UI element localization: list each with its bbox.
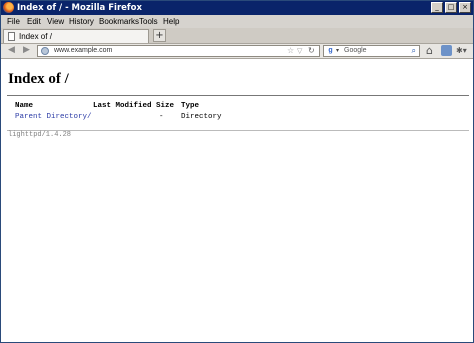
navigation-toolbar: ◀ ▶ www.example.com ☆ ▽ ↻ g ▾ Google ⌕ ⌂…	[1, 44, 473, 59]
directory-listing: Name Last Modified Size Type Parent Dire…	[7, 95, 469, 131]
search-input[interactable]: Google	[344, 46, 367, 56]
url-text: www.example.com	[54, 47, 113, 54]
new-tab-button[interactable]: +	[153, 29, 166, 42]
back-icon[interactable]: ◀	[6, 45, 17, 56]
firefox-icon	[3, 2, 14, 13]
forward-icon[interactable]: ▶	[21, 45, 32, 56]
tab-index[interactable]: Index of /	[3, 29, 149, 43]
search-engine-dropdown-icon[interactable]: ▾	[336, 46, 339, 56]
menu-bookmarks[interactable]: Bookmarks	[99, 15, 139, 28]
cell-type: Directory	[181, 113, 222, 121]
tab-strip: Index of / +	[1, 28, 473, 44]
column-header-name[interactable]: Name	[15, 101, 33, 111]
page-content: Index of / Name Last Modified Size Type …	[1, 59, 473, 342]
menu-bar: File Edit View History Bookmarks Tools H…	[1, 15, 473, 28]
url-dropdown-icon[interactable]: ▽	[297, 46, 302, 56]
close-button[interactable]: ×	[459, 2, 471, 13]
menu-help[interactable]: Help	[163, 15, 179, 28]
minimize-button[interactable]: _	[431, 2, 443, 13]
menu-view[interactable]: View	[47, 15, 64, 28]
title-bar: Index of / - Mozilla Firefox _ □ ×	[1, 1, 473, 15]
menu-history[interactable]: History	[69, 15, 94, 28]
search-engine-icon[interactable]: g	[326, 47, 335, 55]
window-title: Index of / - Mozilla Firefox	[17, 3, 142, 13]
tab-label: Index of /	[19, 32, 52, 41]
bookmark-star-icon[interactable]: ☆	[287, 46, 294, 56]
menu-edit[interactable]: Edit	[27, 15, 41, 28]
column-header-type[interactable]: Type	[181, 101, 199, 111]
tools-dropdown-icon[interactable]: ✱▾	[456, 44, 467, 57]
cell-size: -	[159, 113, 164, 121]
url-bar[interactable]: www.example.com ☆ ▽ ↻	[37, 45, 320, 57]
document-icon	[8, 32, 15, 41]
site-identity-icon[interactable]	[41, 47, 49, 55]
reload-icon[interactable]: ↻	[308, 46, 315, 56]
column-header-size[interactable]: Size	[156, 101, 174, 111]
server-signature: lighttpd/1.4.28	[8, 131, 72, 139]
browser-window: Index of / - Mozilla Firefox _ □ × File …	[0, 0, 474, 343]
parent-directory-link[interactable]: Parent Directory/	[15, 112, 92, 122]
page-title: Index of /	[8, 71, 69, 87]
column-header-last-modified[interactable]: Last Modified	[93, 101, 152, 111]
home-icon[interactable]: ⌂	[426, 45, 433, 57]
menu-tools[interactable]: Tools	[139, 15, 158, 28]
search-bar[interactable]: g ▾ Google ⌕	[323, 45, 420, 57]
search-icon[interactable]: ⌕	[412, 46, 416, 56]
addon-icon[interactable]	[441, 45, 452, 56]
menu-file[interactable]: File	[7, 15, 20, 28]
maximize-button[interactable]: □	[445, 2, 457, 13]
